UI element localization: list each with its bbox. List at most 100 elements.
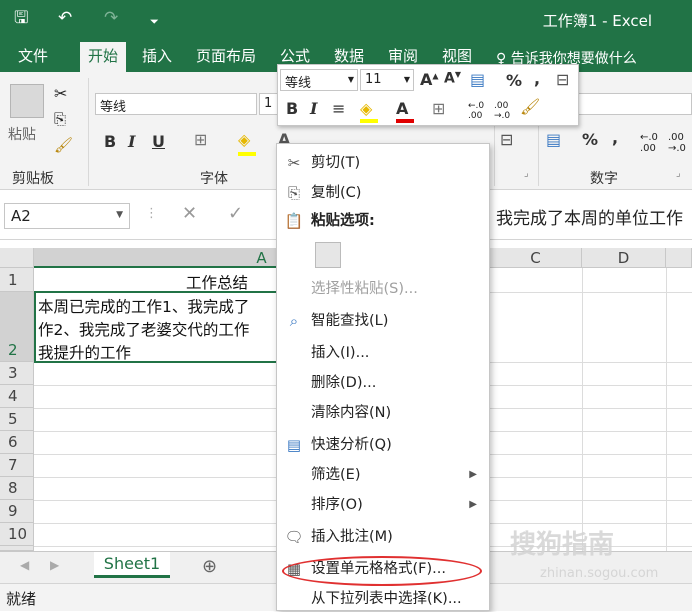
menu-item-cut[interactable]: ✂ 剪切(T) — [277, 150, 489, 176]
redo-icon[interactable]: ↷ — [104, 8, 118, 28]
cancel-icon[interactable]: ✕ — [182, 203, 197, 224]
menu-item-sort[interactable]: 排序(O) ▶ — [277, 492, 489, 518]
mini-bold-button[interactable]: B — [286, 99, 298, 118]
row-header-4[interactable]: 4 — [0, 385, 34, 408]
tab-insert[interactable]: 插入 — [142, 47, 172, 65]
mini-comma-button[interactable]: , — [534, 69, 540, 88]
scroll-left-icon[interactable]: ◀ — [20, 558, 29, 572]
menu-item-quick-analysis[interactable]: ▤ 快速分析(Q) — [277, 432, 489, 458]
mini-borders-icon[interactable]: ⊞ — [432, 99, 445, 118]
tab-review[interactable]: 审阅 — [388, 47, 418, 65]
fill-color-icon[interactable]: ◈ — [238, 130, 250, 149]
menu-item-clear-contents[interactable]: 清除内容(N) — [277, 400, 489, 426]
italic-button[interactable]: I — [128, 132, 135, 151]
submenu-arrow-icon: ▶ — [469, 469, 477, 480]
customize-qa-icon[interactable]: ⏷ — [150, 12, 159, 32]
menu-item-smart-lookup[interactable]: ⌕ 智能查找(L) — [277, 308, 489, 334]
alignment-launcher-icon[interactable]: ⌟ — [524, 168, 529, 179]
chevron-down-icon: ▼ — [403, 75, 410, 84]
comma-style-button[interactable]: , — [612, 128, 618, 147]
row-header-9[interactable]: 9 — [0, 500, 34, 523]
mini-font-color-icon[interactable]: A — [396, 99, 408, 118]
row-header-3[interactable]: 3 — [0, 362, 34, 385]
increase-decimal-icon[interactable]: ←.0.00 — [640, 132, 658, 154]
cell-a1[interactable]: 工作总结 — [186, 271, 248, 293]
paste-label[interactable]: 粘贴 — [8, 124, 36, 144]
accounting-format-icon[interactable]: ▤ — [546, 130, 561, 149]
mini-font-name[interactable]: 等线 ▼ — [280, 69, 358, 91]
borders-icon[interactable]: ⊞ — [194, 130, 207, 149]
formula-content[interactable]: 我完成了本周的单位工作 — [496, 204, 683, 229]
tab-data[interactable]: 数据 — [334, 47, 364, 65]
menu-item-insert-comment[interactable]: 🗨 插入批注(M) — [277, 524, 489, 550]
row-header-8[interactable]: 8 — [0, 477, 34, 500]
menu-item-pick-from-list[interactable]: 从下拉列表中选择(K)... — [277, 586, 489, 612]
decrease-font-icon[interactable]: A▼ — [444, 70, 461, 87]
menu-item-label: 筛选(E) — [311, 467, 361, 483]
paste-icon: 📋 — [284, 212, 304, 230]
scroll-right-icon[interactable]: ▶ — [50, 558, 59, 572]
decrease-decimal-icon[interactable]: .00 →.0 — [668, 132, 686, 154]
row-header-1[interactable]: 1 — [0, 268, 34, 292]
clipboard-group-label: 剪贴板 — [12, 171, 54, 187]
merge-cells-icon[interactable]: ⊟ — [500, 130, 513, 149]
chevron-down-icon[interactable]: ▼ — [116, 210, 123, 220]
row-header-2[interactable]: 2 — [0, 292, 34, 362]
menu-item-delete[interactable]: 删除(D)... — [277, 370, 489, 396]
menu-item-filter[interactable]: 筛选(E) ▶ — [277, 462, 489, 488]
mini-fill-swatch — [360, 119, 378, 123]
mini-percent-button[interactable]: % — [506, 71, 522, 90]
column-header-c[interactable]: C — [490, 248, 582, 268]
select-all-corner[interactable] — [0, 248, 34, 268]
menu-item-copy[interactable]: ⎘ 复制(C) — [277, 180, 489, 206]
submenu-arrow-icon: ▶ — [469, 499, 477, 510]
mini-decrease-decimal-icon[interactable]: .00 →.0 — [494, 101, 510, 121]
row-header-10[interactable]: 10 — [0, 523, 34, 546]
mini-fill-color-icon[interactable]: ◈ — [360, 99, 372, 118]
mini-format-painter-icon[interactable]: 🖌 — [520, 97, 540, 116]
paste-option-icon[interactable] — [315, 242, 341, 268]
row-header-5[interactable]: 5 — [0, 408, 34, 431]
tab-file[interactable]: 文件 — [18, 47, 48, 65]
title-bar: 🖫 ↶ ↷ ⏷ 工作簿1 - Excel — [0, 0, 692, 38]
format-painter-icon[interactable]: 🖌 — [54, 136, 73, 154]
tab-formulas[interactable]: 公式 — [280, 47, 310, 65]
menu-item-paste-options: 📋 粘贴选项: — [277, 208, 489, 234]
merge-cells-icon[interactable]: ⊟ — [556, 70, 569, 89]
row-header-6[interactable]: 6 — [0, 431, 34, 454]
column-header-d[interactable]: D — [582, 248, 666, 268]
menu-item-label: 插入批注(M) — [311, 529, 393, 545]
row-header-7[interactable]: 7 — [0, 454, 34, 477]
mini-font-size-value: 11 — [365, 72, 382, 87]
font-name-combo[interactable]: 等线 — [95, 93, 257, 115]
enter-icon[interactable]: ✓ — [228, 203, 243, 224]
bold-button[interactable]: B — [104, 132, 116, 151]
menu-item-label: 选择性粘贴(S)... — [311, 281, 418, 297]
column-header-e[interactable] — [666, 248, 692, 268]
add-sheet-icon[interactable]: ⊕ — [202, 556, 217, 577]
percent-style-button[interactable]: % — [582, 130, 598, 149]
save-icon[interactable]: 🖫 — [14, 8, 28, 28]
tab-home[interactable]: 开始 — [80, 42, 127, 72]
menu-item-insert[interactable]: 插入(I)... — [277, 340, 489, 366]
tab-page-layout[interactable]: 页面布局 — [196, 47, 256, 65]
menu-item-label: 清除内容(N) — [311, 405, 392, 421]
accounting-format-icon[interactable]: ▤ — [470, 70, 485, 89]
align-center-icon[interactable]: ≡ — [332, 99, 345, 118]
sheet-tab-sheet1[interactable]: Sheet1 — [94, 552, 170, 578]
undo-icon[interactable]: ↶ — [58, 8, 72, 28]
paste-icon[interactable] — [10, 84, 44, 118]
menu-item-paste-special[interactable]: 选择性粘贴(S)... — [277, 276, 489, 302]
underline-button[interactable]: U — [152, 132, 165, 151]
tab-view[interactable]: 视图 — [442, 47, 472, 65]
name-box-value: A2 — [11, 207, 31, 225]
mini-increase-decimal-icon[interactable]: ←.0.00 — [468, 101, 484, 121]
cut-icon[interactable]: ✂ — [54, 84, 67, 103]
increase-font-icon[interactable]: A▲ — [420, 70, 439, 89]
mini-italic-button[interactable]: I — [310, 99, 317, 118]
copy-icon[interactable]: ⎘ — [54, 110, 66, 128]
number-launcher-icon[interactable]: ⌟ — [676, 168, 681, 179]
font-size-combo[interactable]: 1 — [259, 93, 279, 115]
name-box[interactable]: A2 ▼ — [4, 203, 130, 229]
mini-font-size[interactable]: 11 ▼ — [360, 69, 414, 91]
